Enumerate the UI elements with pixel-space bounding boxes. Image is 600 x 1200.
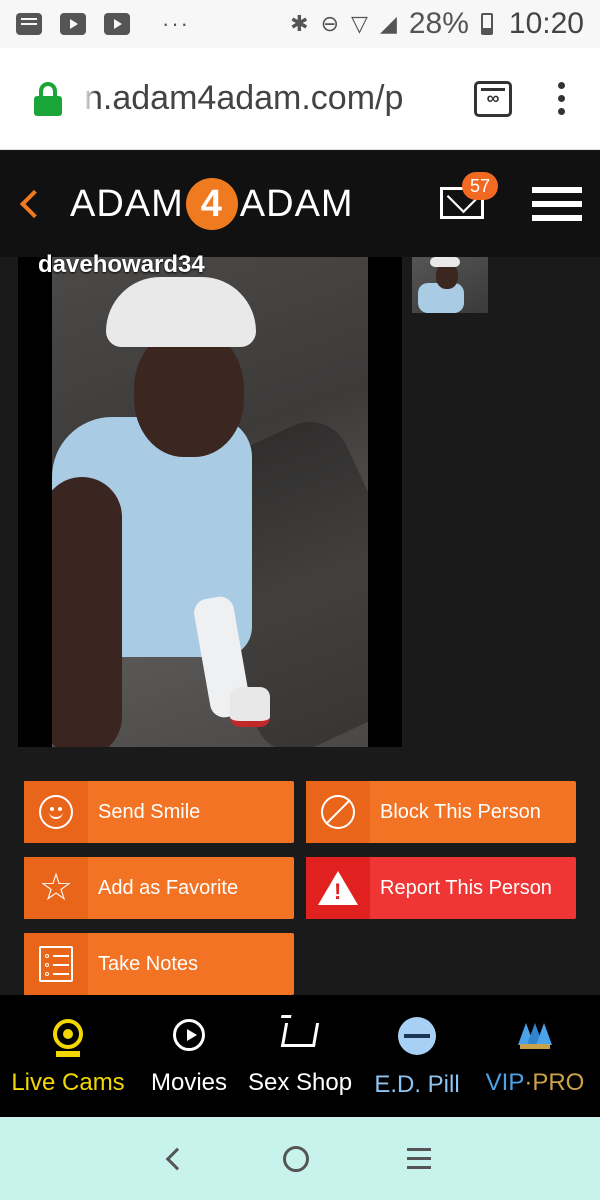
nav-movies-label: Movies	[150, 1069, 228, 1096]
send-smile-label: Send Smile	[98, 800, 201, 823]
take-notes-button[interactable]: Take Notes	[24, 933, 294, 995]
photo-thumbnail[interactable]	[412, 257, 488, 313]
android-nav-bar	[0, 1117, 600, 1200]
block-person-label: Block This Person	[380, 800, 541, 823]
username-label: davehoward34	[38, 251, 205, 278]
nav-vip-pro[interactable]: VIP·PRO	[478, 995, 592, 1117]
smile-icon	[39, 795, 73, 829]
hamburger-menu-icon[interactable]	[532, 187, 582, 221]
recents-icon[interactable]	[407, 1148, 431, 1169]
crown-icon	[516, 1023, 554, 1049]
block-icon	[321, 795, 355, 829]
message-icon	[16, 13, 42, 35]
wifi-icon: ▽	[351, 11, 368, 36]
browser-url-bar: n.adam4adam.com/p ∞	[0, 48, 600, 150]
site-logo[interactable]: ADAM 4 ADAM	[70, 178, 354, 230]
battery-icon	[480, 13, 493, 35]
tabs-button[interactable]: ∞	[474, 80, 512, 117]
add-favorite-button[interactable]: ☆ Add as Favorite	[24, 857, 294, 919]
notes-icon	[39, 946, 73, 982]
bluetooth-icon: ✱	[290, 11, 309, 36]
back-icon[interactable]	[165, 1147, 189, 1170]
add-favorite-label: Add as Favorite	[98, 876, 239, 899]
nav-ed-pill[interactable]: E.D. Pill	[370, 995, 464, 1117]
send-smile-button[interactable]: Send Smile	[24, 781, 294, 843]
cart-icon	[280, 1023, 320, 1047]
clock: 10:20	[508, 7, 584, 40]
home-icon[interactable]	[283, 1145, 309, 1172]
nav-sex-shop-label: Sex Shop	[247, 1069, 353, 1096]
youtube-icon	[104, 13, 130, 35]
signal-icon: ◢	[379, 11, 397, 36]
warning-icon	[318, 871, 358, 905]
status-bar: ··· ✱ ⊖ ▽ ◢ 28% 10:20	[0, 0, 600, 48]
bottom-nav: Live Cams Movies Sex Shop E.D. Pill VIP·…	[0, 995, 600, 1117]
logo-four: 4	[185, 178, 238, 230]
nav-movies[interactable]: Movies	[144, 995, 234, 1117]
profile-area: davehoward34 Send Smile Block This Perso…	[0, 251, 600, 995]
youtube-icon	[60, 13, 86, 35]
vip-label: VIP	[485, 1069, 525, 1096]
overflow-icon: ···	[162, 11, 190, 36]
pill-icon	[398, 1017, 436, 1055]
report-person-label: Report This Person	[380, 876, 552, 899]
url-field[interactable]: n.adam4adam.com/p	[84, 79, 444, 118]
star-icon: ☆	[38, 867, 74, 909]
pro-label: PRO	[532, 1069, 585, 1096]
nav-sex-shop[interactable]: Sex Shop	[248, 995, 352, 1117]
take-notes-label: Take Notes	[98, 952, 199, 975]
profile-photo[interactable]	[18, 257, 402, 747]
block-person-button[interactable]: Block This Person	[306, 781, 576, 843]
lock-icon[interactable]	[34, 81, 62, 116]
logo-text-left: ADAM	[70, 182, 184, 225]
back-chevron-icon[interactable]	[19, 189, 49, 219]
app-header: ADAM 4 ADAM	[0, 151, 600, 257]
report-person-button[interactable]: Report This Person	[306, 857, 576, 919]
play-icon	[173, 1019, 205, 1051]
webcam-icon	[53, 1019, 83, 1049]
logo-text-right: ADAM	[239, 182, 354, 225]
nav-live-cams[interactable]: Live Cams	[10, 995, 126, 1117]
dnd-icon: ⊖	[320, 11, 340, 36]
tab-count: ∞	[486, 88, 500, 108]
photo-image	[52, 257, 368, 747]
nav-ed-pill-label: E.D. Pill	[374, 1071, 460, 1098]
nav-live-cams-label: Live Cams	[11, 1069, 125, 1096]
mail-badge: 57	[462, 172, 498, 200]
nav-vip-pro-label: VIP·PRO	[486, 1069, 585, 1097]
battery-percent: 28%	[408, 7, 469, 40]
browser-menu-icon[interactable]	[558, 82, 566, 115]
